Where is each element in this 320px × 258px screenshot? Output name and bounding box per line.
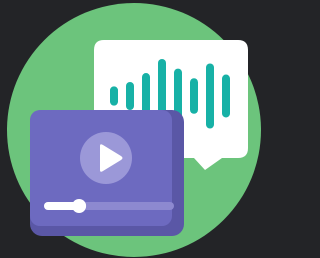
audio-bar (110, 86, 118, 106)
illustration-canvas (0, 0, 271, 258)
audio-bar (126, 81, 134, 111)
video-player-icon (30, 110, 184, 236)
progress-knob (72, 199, 87, 213)
audio-bar (222, 74, 230, 118)
audio-bar (190, 78, 198, 114)
audio-bar (206, 63, 214, 129)
video-audio-illustration (0, 0, 271, 258)
